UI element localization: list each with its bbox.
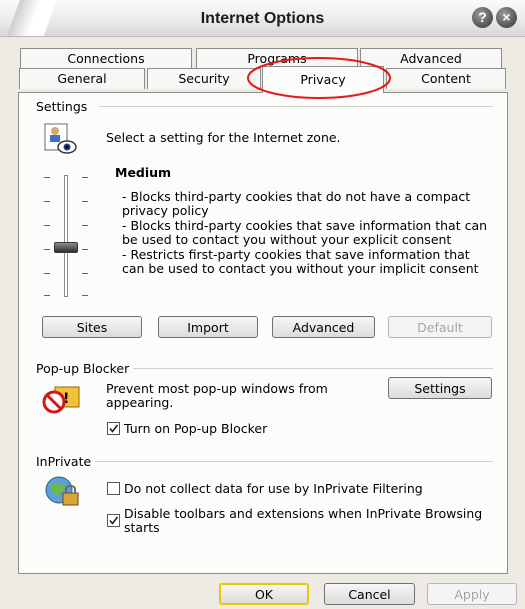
default-button[interactable]: Default <box>388 316 492 338</box>
inprivate-divider <box>94 461 493 462</box>
slider-tick <box>44 177 50 178</box>
popup-settings-button[interactable]: Settings <box>388 377 492 399</box>
slider-tick <box>82 177 88 178</box>
inprivate-filtering-label[interactable]: Do not collect data for use by InPrivate… <box>124 482 423 496</box>
apply-button[interactable]: Apply <box>427 583 517 605</box>
popup-blocker-icon: ! <box>42 386 80 414</box>
tab-connections[interactable]: Connections <box>20 48 192 69</box>
cancel-button[interactable]: Cancel <box>324 583 415 605</box>
window-title: Internet Options <box>200 10 325 27</box>
slider-tick <box>44 295 50 296</box>
advanced-button[interactable]: Advanced <box>272 316 375 338</box>
import-button[interactable]: Import <box>158 316 258 338</box>
internet-options-window: Internet Options ? × Connections Program… <box>0 0 525 609</box>
slider-track <box>64 175 68 297</box>
help-button[interactable]: ? <box>472 7 493 28</box>
slider-tick <box>82 249 88 250</box>
zone-instruction-text: Select a setting for the Internet zone. <box>106 130 341 145</box>
disable-toolbars-checkbox[interactable] <box>107 514 120 527</box>
slider-thumb[interactable] <box>54 242 78 253</box>
slider-tick <box>82 295 88 296</box>
disable-toolbars-label[interactable]: Disable toolbars and extensions when InP… <box>124 507 484 535</box>
slider-tick <box>82 201 88 202</box>
inprivate-globe-lock-icon <box>45 476 79 506</box>
privacy-level-title: Medium <box>115 165 172 180</box>
inprivate-group-label: InPrivate <box>36 454 96 469</box>
popup-blocker-checkbox-label[interactable]: Turn on Pop-up Blocker <box>124 422 267 436</box>
privacy-bullet-1: - Blocks third-party cookies that do not… <box>122 189 471 218</box>
settings-group-label: Settings <box>36 99 92 114</box>
slider-tick <box>44 201 50 202</box>
settings-divider <box>99 106 493 107</box>
tab-content[interactable]: Content <box>386 68 506 89</box>
popup-blocker-checkbox[interactable] <box>107 422 120 435</box>
title-bar: Internet Options ? × <box>0 0 525 37</box>
slider-tick <box>44 249 50 250</box>
slider-tick <box>44 273 50 274</box>
ok-button[interactable]: OK <box>219 583 309 605</box>
tab-general[interactable]: General <box>19 68 145 89</box>
privacy-panel: Settings Select a setting for the Intern… <box>18 92 508 574</box>
privacy-bullet-3: - Restricts first-party cookies that sav… <box>122 247 479 276</box>
annotation-ellipse <box>247 57 391 99</box>
slider-tick <box>82 225 88 226</box>
sites-button[interactable]: Sites <box>42 316 142 338</box>
slider-tick <box>44 225 50 226</box>
close-button[interactable]: × <box>496 7 517 28</box>
popup-divider <box>129 368 493 369</box>
privacy-bullet-2: - Blocks third-party cookies that save i… <box>122 218 488 247</box>
popup-description: Prevent most pop-up windows from appeari… <box>106 381 328 410</box>
popup-group-label: Pop-up Blocker <box>36 361 134 376</box>
privacy-level-slider[interactable] <box>42 173 92 299</box>
privacy-person-eye-icon <box>44 123 77 154</box>
slider-tick <box>82 273 88 274</box>
inprivate-filtering-checkbox[interactable] <box>107 482 120 495</box>
